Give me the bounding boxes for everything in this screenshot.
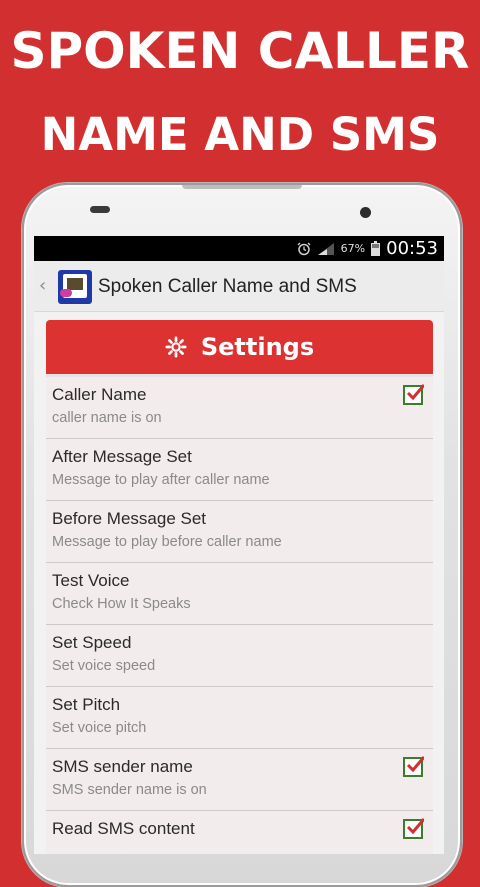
settings-header: Settings (46, 320, 433, 374)
setting-caller-name[interactable]: Caller Name caller name is on (46, 377, 433, 439)
phone-top-slot (182, 185, 302, 189)
setting-title: Caller Name (52, 385, 147, 404)
setting-read-sms-content[interactable]: Read SMS content (46, 811, 433, 854)
action-bar: ‹ Spoken Caller Name and SMS (34, 261, 444, 312)
phone-screen: 67% 00:53 ‹ Spoken Caller Name and SMS S… (34, 236, 444, 854)
setting-before-message[interactable]: Before Message Set Message to play befor… (46, 501, 433, 563)
setting-summary: Set voice speed (52, 658, 156, 674)
settings-title: Settings (200, 333, 315, 361)
status-bar: 67% 00:53 (34, 236, 444, 261)
alarm-icon (297, 242, 311, 255)
setting-pitch[interactable]: Set Pitch Set voice pitch (46, 687, 433, 749)
promo-headline-line1: SPOKEN CALLER (10, 22, 470, 80)
setting-summary: caller name is on (52, 410, 162, 426)
setting-summary: Set voice pitch (52, 720, 147, 736)
front-camera (360, 207, 371, 218)
setting-summary: Message to play before caller name (52, 534, 282, 550)
setting-title: Set Speed (52, 633, 132, 652)
setting-title: Read SMS content (52, 819, 195, 838)
setting-title: Before Message Set (52, 509, 207, 528)
settings-panel: Settings Caller Name caller name is on A… (46, 320, 433, 854)
promo-headline-line2: NAME AND SMS (40, 108, 440, 161)
setting-test-voice[interactable]: Test Voice Check How It Speaks (46, 563, 433, 625)
setting-summary: SMS sender name is on (52, 782, 207, 798)
phone-speaker (90, 206, 110, 213)
setting-title: After Message Set (52, 447, 192, 466)
settings-list: Caller Name caller name is on After Mess… (46, 377, 433, 854)
chevron-left-icon[interactable]: ‹ (39, 275, 46, 296)
read-sms-content-checkbox[interactable] (403, 818, 424, 839)
signal-icon (317, 242, 334, 255)
setting-sms-sender-name[interactable]: SMS sender name SMS sender name is on (46, 749, 433, 811)
battery-icon (371, 241, 381, 256)
sms-sender-name-checkbox[interactable] (403, 756, 424, 777)
setting-summary: Check How It Speaks (52, 596, 191, 612)
battery-percent: 67% (340, 242, 366, 255)
setting-speed[interactable]: Set Speed Set voice speed (46, 625, 433, 687)
setting-title: SMS sender name (52, 757, 193, 776)
setting-after-message[interactable]: After Message Set Message to play after … (46, 439, 433, 501)
setting-summary: Message to play after caller name (52, 472, 270, 488)
gear-icon (165, 336, 187, 358)
status-clock: 00:53 (386, 238, 438, 259)
setting-title: Test Voice (52, 571, 130, 590)
setting-title: Set Pitch (52, 695, 121, 714)
caller-name-checkbox[interactable] (403, 384, 424, 405)
app-logo-icon[interactable] (58, 270, 92, 304)
app-title: Spoken Caller Name and SMS (98, 276, 357, 297)
